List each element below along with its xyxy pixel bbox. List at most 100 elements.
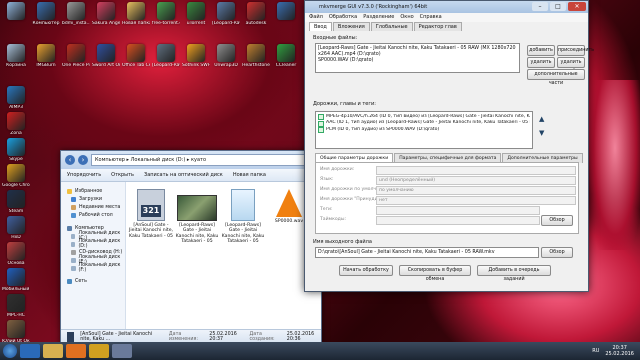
desktop-icon[interactable]: [Leopard-Raws] Gate... [152,44,180,68]
browse-tags-button[interactable]: Обзор [541,215,573,226]
nav-item[interactable]: Рабочий стол [61,211,125,219]
chrome-icon[interactable] [89,344,109,358]
menu-item[interactable]: Разделение [363,13,394,22]
copy-to-clipboard-button[interactable]: Скопировать в буфер обмена [399,265,471,282]
file-item[interactable]: 321 [AnSoul] Gate - Jieitai Kanochi nite… [129,189,173,239]
explorer-window[interactable]: ‹ › Компьютер ▸ Локальный диск (D:) ▸ ку… [60,150,322,342]
media-player-icon[interactable] [66,344,86,358]
explorer-icon[interactable] [43,344,63,358]
add-button[interactable]: добавить [527,45,555,56]
output-file-field[interactable]: D:\qrato\[AnSoul] Gate - Jieitai Kanochi… [315,247,539,258]
input-files-list[interactable]: [Leopard-Raws] Gate - Jieitai Kanochi ni… [315,43,520,73]
desktop-icon[interactable]: MPC-HC [2,294,30,318]
option-field[interactable] [376,206,540,215]
file-item[interactable]: [Leopard-Raws] Gate - Jieitai Kanochi ni… [221,189,265,244]
track-checkbox[interactable] [318,114,324,121]
language-indicator[interactable]: RU [592,348,599,354]
desktop-icon[interactable]: [Leopard-Raws] Nanatsu... [212,2,240,26]
desktop-icon[interactable]: Office Tab Center 2013 [122,44,150,68]
track-down-arrow-icon[interactable]: ▼ [539,129,547,137]
desktop-icon[interactable]: Sakura Angels Rus [92,2,120,26]
file-item[interactable]: [Leopard-Raws] Gate - Jieitai Kanochi ni… [175,189,219,244]
minimize-button[interactable]: – [532,2,548,11]
input-file-item[interactable]: [Leopard-Raws] Gate - Jieitai Kanochi ni… [318,46,517,58]
option-field[interactable]: und (Неопределённый) [376,176,576,185]
desktop-icon[interactable]: autodesk [242,2,270,26]
address-bar[interactable]: Компьютер ▸ Локальный диск (D:) ▸ куато [91,154,317,166]
start-button[interactable] [3,344,17,358]
desktop-icon[interactable] [2,2,30,21]
desktop-icon[interactable]: Sword Art Online [92,44,120,68]
nav-item[interactable]: Загрузки [61,195,125,203]
maximize-button[interactable]: □ [550,2,566,11]
input-file-item[interactable]: SP0000.WAV (D:\qrato) [318,58,517,64]
desktop-icon[interactable]: Hearthstone [242,44,270,68]
address-part[interactable]: Компьютер [95,157,125,163]
address-part[interactable]: куато [191,157,206,163]
burn-button[interactable]: Записать на оптический диск [144,172,223,178]
desktop-icon[interactable]: Компьютер [32,2,60,26]
desktop-icon[interactable]: Google Chrome [2,164,30,188]
desktop-icon[interactable]: AIMP3 [2,86,30,110]
nav-item[interactable]: Локальный диск (F:) [61,263,125,273]
desktop-icon[interactable]: One Piece Pirate Warriors 3 [62,44,90,68]
desktop-icon[interactable]: Мобильный Интернет [2,268,30,292]
track-checkbox[interactable] [318,120,324,127]
desktop-icon[interactable]: Основа [2,242,30,266]
desktop-icon[interactable]: uTorrent [182,2,210,26]
new-folder-button[interactable]: Новая папка [233,172,266,178]
append-button[interactable]: присоединить [557,45,594,56]
address-part[interactable]: Локальный диск (D:) [131,157,186,163]
option-field[interactable]: нет [376,196,576,205]
start-muxing-button[interactable]: Начать обработку [339,265,393,276]
desktop-icon[interactable]: Skype [2,138,30,162]
desktop-icon[interactable]: Sothink SWF Quicker [182,44,210,68]
desktop-icon[interactable] [272,2,300,21]
browse-output-button[interactable]: Обзор [541,247,573,258]
desktop-icon[interactable]: HxD [2,216,30,240]
mkvmerge-taskbar-icon[interactable] [112,344,132,358]
open-button[interactable]: Открыть [111,172,134,178]
app-icon [97,44,115,62]
menu-item[interactable]: Обработка [329,13,357,22]
nav-item[interactable]: Локальный диск (D:) [61,239,125,249]
forward-icon[interactable]: › [78,155,88,165]
add-to-job-queue-button[interactable]: Добавить в очередь заданий [477,265,551,282]
desktop-icon[interactable]: IMGBurn [32,44,60,68]
close-button[interactable]: ✕ [568,2,586,11]
main-tab[interactable]: Редактор глав [413,22,462,31]
desktop-icon[interactable]: Unwrap3D [212,44,240,68]
tracks-list[interactable]: MPEG-4p10/AVC/h.264 (ID 0, тип видео) из… [315,111,533,149]
nav-item[interactable]: Недавние места [61,203,125,211]
desktop-icon[interactable]: bdmi_insta... [62,2,90,26]
nav-item[interactable]: Сеть [61,277,125,285]
organize-button[interactable]: Упорядочить [67,172,101,178]
desktop-icon[interactable]: Steam [2,190,30,214]
back-icon[interactable]: ‹ [65,155,75,165]
main-tab[interactable]: Вложения [332,22,370,31]
remove-all-button[interactable]: удалить всё [557,57,585,74]
desktop-icon[interactable]: Юлий Ut Окружение [2,320,30,342]
main-tab[interactable]: Ввод [309,22,332,31]
desktop-icon[interactable]: CCleaner [272,44,300,68]
ie-icon[interactable] [20,344,40,358]
option-field[interactable] [376,166,576,175]
mkvmerge-window[interactable]: mkvmerge GUI v7.3.0 ('Rockingham') 64bit… [304,0,594,292]
desktop-icon[interactable]: Корзина [2,44,30,68]
menu-item[interactable]: Файл [309,13,323,22]
desktop-icon[interactable]: free-torrent.org [152,2,180,26]
menu-item[interactable]: Окно [400,13,413,22]
main-tab[interactable]: Глобальные [370,22,413,31]
additional-parts-button[interactable]: дополнительные части [527,69,585,86]
menu-item[interactable]: Справка [420,13,442,22]
track-checkbox[interactable] [318,127,324,134]
track-up-arrow-icon[interactable]: ▲ [539,115,547,123]
desktop-icon[interactable]: Новая папка [122,2,150,26]
clock[interactable]: 20:37 25.02.2016 [605,345,634,357]
option-field[interactable] [376,216,540,225]
desktop-icon[interactable]: Zona [2,112,30,136]
track-item[interactable]: PCM (ID 0, тип аудио) из SP0000.WAV (D:\… [318,127,530,134]
option-field[interactable]: по умолчанию [376,186,576,195]
remove-button[interactable]: удалить [527,57,555,68]
nav-item[interactable]: Избранное [61,187,125,195]
